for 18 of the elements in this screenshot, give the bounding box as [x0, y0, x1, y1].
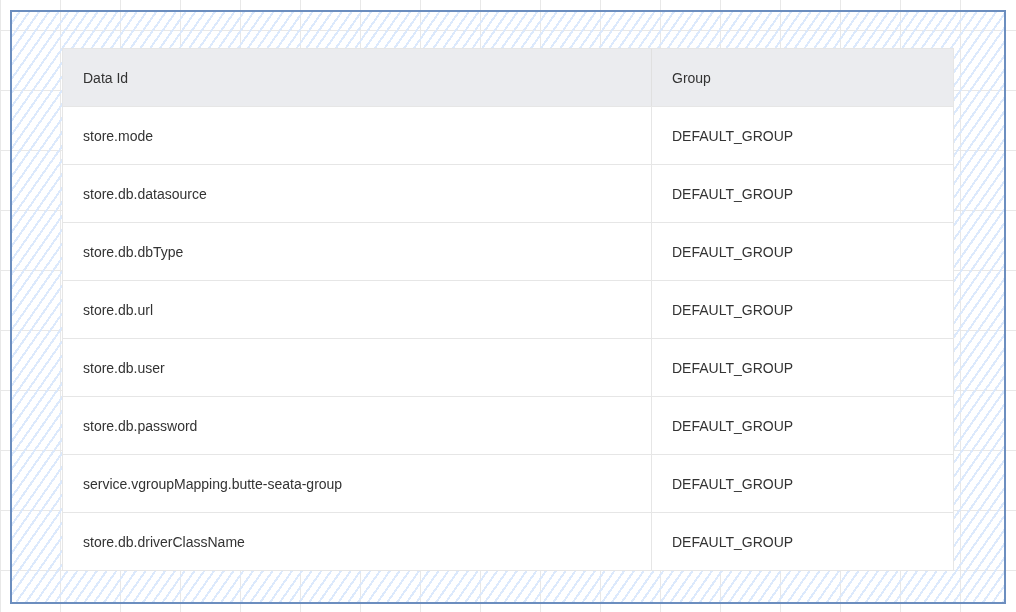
table-cell: DEFAULT_GROUP: [651, 223, 953, 280]
table-cell-text: store.db.driverClassName: [82, 532, 246, 552]
table-cell: DEFAULT_GROUP: [651, 107, 953, 164]
table-cell: DEFAULT_GROUP: [651, 281, 953, 338]
column-header: Data Id: [63, 49, 651, 106]
column-header: Group: [651, 49, 953, 106]
table-cell: DEFAULT_GROUP: [651, 397, 953, 454]
table-cell-text: store.db.datasource: [82, 184, 208, 204]
table-cell-text: store.db.url: [82, 300, 155, 320]
table-cell-text: store.db.password: [82, 416, 199, 436]
table-cell: DEFAULT_GROUP: [651, 455, 953, 512]
table-cell: DEFAULT_GROUP: [651, 165, 953, 222]
table-cell-text: store.db.dbType: [82, 242, 185, 262]
table-cell: DEFAULT_GROUP: [651, 339, 953, 396]
table-cell-text: store.mode: [82, 126, 155, 146]
table-cell-text: service.vgroupMapping.butte-seata-group: [82, 474, 344, 494]
table-cell-text: store.db.user: [82, 358, 166, 378]
table-cell: DEFAULT_GROUP: [651, 513, 953, 570]
